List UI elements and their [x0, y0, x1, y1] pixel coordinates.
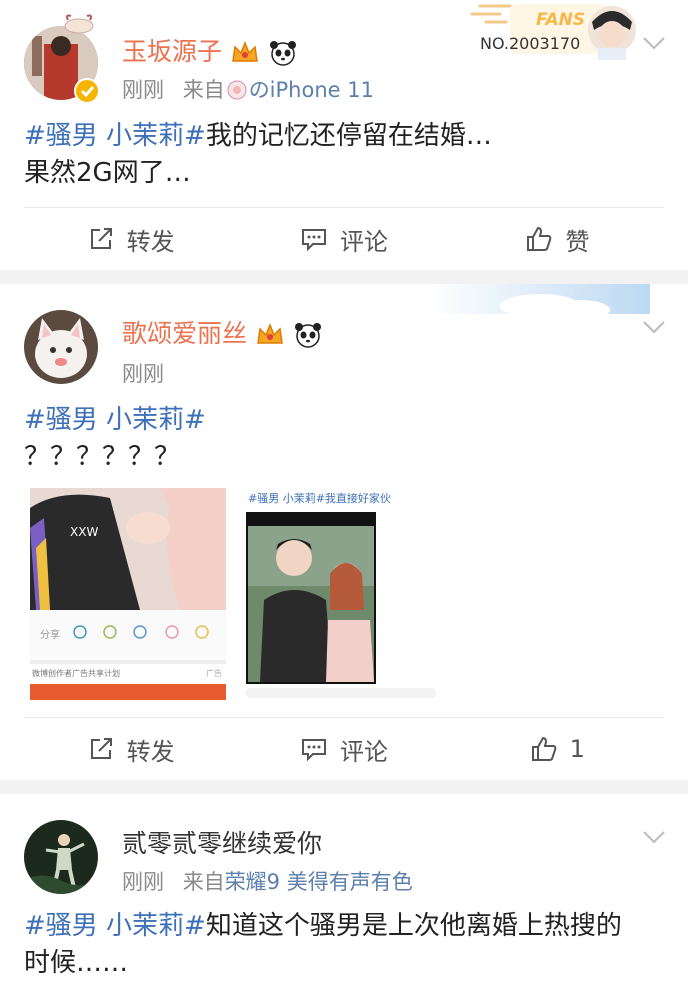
post-text-line1: 知道这个骚男是上次他离婚上热搜的 — [205, 911, 622, 941]
phone-screenshot — [246, 512, 436, 698]
action-bar: 转发 评论 赞 — [24, 207, 664, 270]
post-text-line2: 果然2G网了… — [24, 158, 191, 188]
source-prefix: 来自 — [182, 870, 225, 894]
repost-label: 转发 — [126, 737, 175, 766]
username[interactable]: 玉坂源子 — [122, 32, 298, 68]
avatar[interactable] — [24, 310, 98, 384]
cloud-decoration — [430, 284, 650, 320]
like-label: 赞 — [565, 227, 590, 256]
topic-link[interactable]: #骚男 小茉莉# — [24, 405, 206, 435]
ad-text: 微博创作者广告共享计划 — [32, 669, 120, 678]
sheep-decoration-icon — [64, 14, 94, 34]
topic-link[interactable]: #骚男 小茉莉# — [24, 911, 206, 941]
feed-separator — [0, 780, 688, 794]
like-button[interactable]: 1 — [451, 718, 664, 780]
share-label: 分享 — [40, 630, 60, 641]
avatar-image — [24, 820, 98, 894]
topic-link[interactable]: #骚男 小茉莉# — [24, 121, 206, 151]
feed-post: 歌颂爱丽丝 刚刚 #骚男 小茉莉# ？？？？？？ XXW 分享 微博创作者广告共… — [0, 284, 688, 780]
like-button[interactable]: 赞 — [451, 208, 664, 270]
comment-icon — [301, 229, 326, 252]
feed-post: 贰零贰零继续爱你 刚刚 来自荣耀9 美得有声有色 #骚男 小茉莉#知道这个骚男是… — [0, 794, 688, 1000]
repost-button[interactable]: 转发 — [24, 718, 237, 780]
comment-label: 评论 — [339, 227, 388, 256]
comment-icon — [301, 739, 326, 762]
avatar[interactable] — [24, 820, 98, 894]
post-text-line2: 时候…… — [24, 948, 129, 978]
post-meta: 刚刚 来自 のiPhone 11 — [122, 74, 374, 104]
username[interactable]: 贰零贰零继续爱你 — [122, 824, 322, 860]
feed-separator — [0, 270, 688, 284]
action-bar: 转发 评论 1 — [24, 717, 664, 780]
like-icon — [531, 736, 556, 761]
post-time: 刚刚 — [122, 78, 164, 102]
post-text: #骚男 小茉莉# ？？？？？？ — [24, 402, 664, 476]
fans-label: FANS — [536, 10, 586, 30]
username[interactable]: 歌颂爱丽丝 — [122, 314, 323, 350]
repost-label: 转发 — [126, 227, 175, 256]
source-name[interactable]: のiPhone 11 — [249, 78, 374, 102]
like-icon — [527, 226, 552, 251]
fans-number: NO.2003170 — [480, 34, 581, 53]
source-emoji-icon — [227, 80, 247, 100]
post-text-line1: 我的记忆还停留在结婚… — [205, 121, 492, 151]
verified-icon — [74, 78, 100, 104]
post-image[interactable]: XXW 分享 微博创作者广告共享计划 广告 — [30, 488, 226, 700]
post-time: 刚刚 — [122, 362, 164, 386]
like-count: 1 — [569, 735, 585, 763]
source-prefix: 来自 — [182, 78, 225, 102]
image-caption: #骚男 小茉莉#我直接好家伙 — [248, 492, 391, 505]
crown-icon — [257, 322, 283, 344]
comment-label: 评论 — [339, 737, 388, 766]
comment-button[interactable]: 评论 — [237, 208, 450, 270]
post-meta: 刚刚 — [122, 358, 164, 388]
avatar-image — [24, 310, 98, 384]
comment-button[interactable]: 评论 — [237, 718, 450, 780]
crown-icon — [232, 40, 258, 62]
chevron-down-icon[interactable] — [642, 830, 666, 844]
post-text: #骚男 小茉莉#我的记忆还停留在结婚… 果然2G网了… — [24, 118, 664, 192]
source-name[interactable]: 荣耀9 美得有声有色 — [225, 870, 413, 894]
post-text: #骚男 小茉莉#知道这个骚男是上次他离婚上热搜的 时候…… — [24, 908, 664, 982]
chevron-down-icon[interactable] — [642, 320, 666, 334]
post-time: 刚刚 — [122, 870, 164, 894]
post-text-line2: ？？？？？？ — [24, 442, 181, 472]
svg-text:XXW: XXW — [70, 525, 98, 539]
post-meta: 刚刚 来自荣耀9 美得有声有色 — [122, 866, 413, 896]
repost-button[interactable]: 转发 — [24, 208, 237, 270]
panda-icon — [294, 323, 321, 348]
ad-tag: 广告 — [206, 669, 222, 678]
repost-icon — [90, 228, 112, 249]
repost-icon — [90, 738, 112, 759]
chevron-down-icon[interactable] — [642, 36, 666, 50]
feed-post: 玉坂源子 FANS NO.2003170 刚刚 来自 のiPhone 11 #骚… — [0, 0, 688, 270]
post-image[interactable]: #骚男 小茉莉#我直接好家伙 — [246, 488, 442, 700]
panda-icon — [269, 41, 296, 66]
fans-badge[interactable]: FANS NO.2003170 — [470, 0, 640, 62]
